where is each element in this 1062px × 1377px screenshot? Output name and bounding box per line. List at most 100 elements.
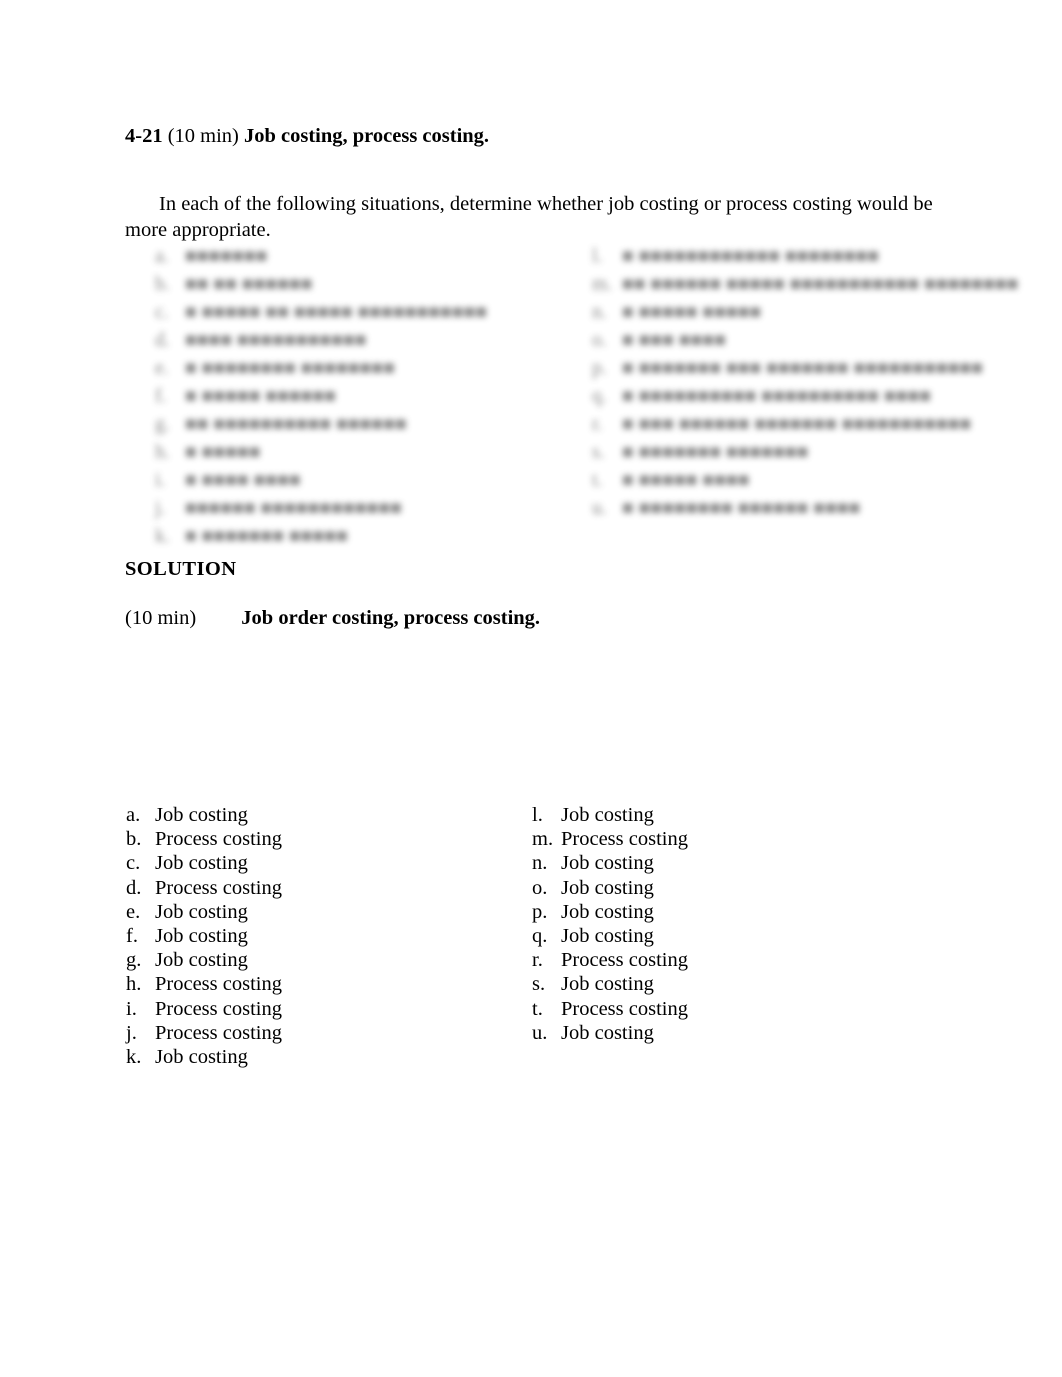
answer-item: g. Job costing — [126, 948, 486, 972]
document-page: 4-21 (10 min) Job costing, process costi… — [0, 0, 1062, 1377]
answer-item: f. Job costing — [126, 924, 486, 948]
answer-list-left-column: a. Job costing b. Process costing c. Job cost… — [126, 803, 486, 1069]
scenario-text: ■ ■■■ ■■■■■■ ■■■■■■■ ■■■■■■■■■■■ — [622, 414, 972, 435]
answer-marker: p. — [532, 900, 548, 923]
scenario-marker: t. — [592, 470, 603, 491]
scenario-marker: s. — [592, 442, 605, 463]
answer-value: Job costing — [155, 852, 248, 875]
answer-item: e. Job costing — [126, 900, 486, 924]
answer-item: o. Job costing — [532, 876, 892, 900]
scenario-item: a. ■■■■■■■ — [155, 243, 555, 271]
scenario-marker: b. — [155, 274, 170, 295]
problem-title: Job costing, process costing. — [244, 125, 490, 147]
solution-subheading: (10 min) Job order costing, process cost… — [125, 607, 540, 630]
solution-heading: SOLUTION — [125, 558, 237, 580]
scenario-text: ■ ■■■■■ — [185, 442, 261, 463]
scenario-marker: o. — [592, 330, 607, 351]
scenario-marker: p. — [592, 358, 607, 379]
answer-item: u. Job costing — [532, 1021, 892, 1045]
answer-value: Job costing — [561, 852, 654, 875]
answer-value: Job costing — [561, 876, 654, 899]
scenario-marker: l. — [592, 246, 603, 267]
scenario-marker: k. — [155, 526, 170, 547]
answer-item: i. Process costing — [126, 997, 486, 1021]
answer-value: Job costing — [561, 1021, 654, 1044]
scenario-text: ■ ■■■■■ ■■■■■■ — [185, 386, 337, 407]
scenario-text: ■■ ■■ ■■■■■■ — [185, 274, 313, 295]
answer-value: Job costing — [561, 804, 654, 826]
scenario-item: o. ■ ■■■ ■■■■ — [592, 327, 1012, 355]
scenario-item: h. ■ ■■■■■ — [155, 439, 555, 467]
answer-item: j. Process costing — [126, 1021, 486, 1045]
answer-value: Job costing — [561, 973, 654, 996]
scenario-item: i. ■ ■■■■ ■■■■ — [155, 467, 555, 495]
scenario-marker: n. — [592, 302, 607, 323]
scenario-marker: f. — [155, 386, 167, 407]
scenario-marker: c. — [155, 302, 169, 323]
answer-marker: h. — [126, 973, 142, 996]
scenario-item: u. ■ ■■■■■■■■ ■■■■■■ ■■■■ — [592, 495, 1012, 523]
answer-marker: o. — [532, 876, 548, 899]
answer-marker: s. — [532, 973, 546, 996]
scenario-item: r. ■ ■■■ ■■■■■■ ■■■■■■■ ■■■■■■■■■■■ — [592, 411, 1012, 439]
scenario-text: ■ ■■■■ ■■■■ — [185, 470, 301, 491]
answer-value: Process costing — [561, 949, 688, 972]
solution-time-estimate: (10 min) — [125, 607, 197, 629]
answer-marker: l. — [532, 804, 543, 826]
scenario-marker: u. — [592, 498, 607, 519]
answer-marker: q. — [532, 924, 548, 947]
answer-item: r. Process costing — [532, 948, 892, 972]
answer-item: s. Job costing — [532, 972, 892, 996]
scenario-text: ■■■■■■■ — [185, 246, 268, 267]
scenario-text: ■ ■■■■■■■ ■■■■■ — [185, 526, 348, 547]
scenario-item: l. ■ ■■■■■■■■■■■■ ■■■■■■■■ — [592, 243, 1012, 271]
scenario-text: ■■■■ ■■■■■■■■■■■ — [185, 330, 367, 351]
answer-marker: e. — [126, 900, 141, 923]
answer-item: c. Job costing — [126, 851, 486, 875]
scenario-text: ■ ■■■■■■■ ■■■■■■■ — [622, 442, 809, 463]
scenario-text: ■ ■■■■■■■■■■■■ ■■■■■■■■ — [622, 246, 880, 267]
problem-heading: 4-21 (10 min) Job costing, process costi… — [125, 124, 945, 149]
scenario-item: n. ■ ■■■■■ ■■■■■ — [592, 299, 1012, 327]
scenario-item: c. ■ ■■■■■ ■■ ■■■■■ ■■■■■■■■■■■ — [155, 299, 555, 327]
answer-item: h. Process costing — [126, 972, 486, 996]
answer-marker: g. — [126, 949, 142, 972]
scenario-list: a. ■■■■■■■ b. ■■ ■■ ■■■■■■ c. ■ ■■■■■ ■■ ■■■■… — [0, 243, 1062, 547]
answer-value: Job costing — [155, 900, 248, 923]
answer-value: Process costing — [155, 997, 282, 1020]
scenario-text: ■ ■■■■■■■■ ■■■■■■ ■■■■ — [622, 498, 861, 519]
scenario-item: p. ■ ■■■■■■■ ■■■ ■■■■■■■ ■■■■■■■■■■■ — [592, 355, 1012, 383]
scenario-marker: a. — [155, 246, 169, 267]
scenario-marker: r. — [592, 414, 603, 435]
answer-marker: m. — [532, 828, 554, 851]
scenario-item: m. ■■ ■■■■■■ ■■■■■ ■■■■■■■■■■■ ■■■■■■■■ — [592, 271, 1018, 299]
answer-value: Job costing — [561, 924, 654, 947]
answer-marker: j. — [126, 1021, 137, 1044]
answer-marker: n. — [532, 852, 548, 875]
answer-item: m. Process costing — [532, 827, 892, 851]
scenario-marker: j. — [155, 498, 166, 519]
solution-title: Job order costing, process costing. — [241, 607, 541, 629]
scenario-text: ■ ■■■■■ ■■■■■ — [622, 302, 762, 323]
answer-item: b. Process costing — [126, 827, 486, 851]
scenario-item: g. ■■ ■■■■■■■■■■ ■■■■■■ — [155, 411, 555, 439]
scenario-list-right-column: l. ■ ■■■■■■■■■■■■ ■■■■■■■■ m. ■■ ■■■■■■ ■■■… — [592, 243, 1018, 523]
scenario-text: ■ ■■■■■■■ ■■■ ■■■■■■■ ■■■■■■■■■■■ — [622, 358, 984, 379]
answer-marker: b. — [126, 828, 142, 851]
scenario-text: ■ ■■■ ■■■■ — [622, 330, 726, 351]
scenario-item: j. ■■■■■■ ■■■■■■■■■■■■ — [155, 495, 555, 523]
scenario-marker: d. — [155, 330, 170, 351]
scenario-text: ■■■■■■ ■■■■■■■■■■■■ — [185, 498, 402, 519]
answer-value: Job costing — [155, 949, 248, 972]
answer-item: p. Job costing — [532, 900, 892, 924]
answer-marker: k. — [126, 1045, 142, 1068]
answer-marker: t. — [532, 997, 543, 1020]
answer-value: Job costing — [155, 804, 248, 826]
scenario-marker: e. — [155, 358, 169, 379]
answer-marker: a. — [126, 804, 141, 826]
answer-marker: i. — [126, 997, 137, 1020]
scenario-item: d. ■■■■ ■■■■■■■■■■■ — [155, 327, 555, 355]
scenario-marker: q. — [592, 386, 607, 407]
answer-value: Job costing — [155, 1045, 248, 1068]
answer-item: q. Job costing — [532, 924, 892, 948]
